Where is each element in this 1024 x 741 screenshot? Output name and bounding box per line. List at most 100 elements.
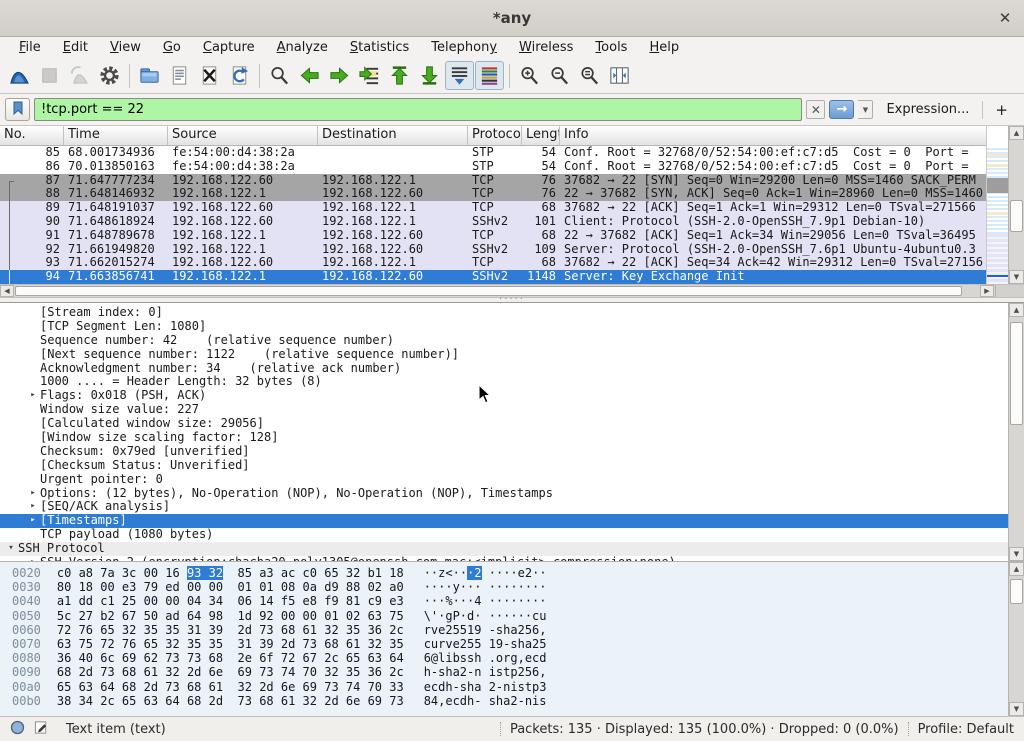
ascii-bytes[interactable]: ····y··· ········ [424,580,547,594]
ascii-bytes[interactable]: ···%···4 ········ [424,594,547,608]
menu-capture[interactable]: Capture [192,39,266,56]
ascii-bytes[interactable]: 84,ecdh- sha2-nis [424,694,547,708]
profile-status[interactable]: Profile: Default [918,722,1014,737]
close-window-button[interactable]: ✕ [995,8,1015,28]
go-back-button[interactable] [295,61,324,90]
menu-statistics[interactable]: Statistics [339,39,420,56]
open-file-button[interactable] [135,61,164,90]
hex-row-0080[interactable]: 008036 40 6c 69 62 73 73 68 2e 6f 72 67 … [12,651,1008,665]
hex-row-0050[interactable]: 00505c 27 b2 67 50 ad 64 98 1d 92 00 00 … [12,609,1008,623]
menu-help[interactable]: Help [638,39,690,56]
column-header-no[interactable]: No. [0,126,64,145]
ascii-bytes[interactable]: curve255 19-sha25 [424,637,547,651]
hscroll-thumb[interactable] [15,286,962,296]
ascii-bytes[interactable]: h-sha2-n istp256, [424,665,547,679]
ascii-bytes[interactable]: ··z<···2 ····e2·· [424,566,547,580]
column-header-src[interactable]: Source [168,126,318,145]
hex-bytes[interactable]: 80 18 00 e3 79 ed 00 00 01 01 08 0a d9 8… [57,580,404,594]
hex-bytes[interactable]: 38 34 2c 65 63 64 68 2d 73 68 61 32 2d 6… [57,694,404,708]
scroll-up-arrow-icon[interactable]: ▲ [1009,562,1024,576]
packet-list-vscrollbar[interactable]: ▲ ▼ [1008,126,1024,284]
ascii-bytes[interactable]: rve25519 -sha256, [424,623,547,637]
column-header-dst[interactable]: Destination [318,126,468,145]
menu-analyze[interactable]: Analyze [266,39,339,56]
hex-bytes[interactable]: 68 2d 73 68 61 32 2d 6e 69 73 74 70 32 3… [57,665,404,679]
scroll-track[interactable] [1009,576,1024,702]
expander-expanded-icon[interactable]: ▾ [4,542,18,556]
go-first-button[interactable] [385,61,414,90]
detail-field[interactable]: [Window size scaling factor: 128] [0,431,1008,445]
hex-row-0070[interactable]: 007063 75 72 76 65 32 35 35 31 39 2d 73 … [12,637,1008,651]
hex-bytes[interactable]: a1 dd c1 25 00 00 04 34 06 14 f5 e8 f9 8… [57,594,404,608]
selected-ascii[interactable]: ·2 [467,566,481,580]
menu-telephony[interactable]: Telephony [420,39,508,56]
expander-collapsed-icon[interactable]: ▸ [26,500,40,514]
scroll-thumb[interactable] [1010,200,1023,233]
detail-field[interactable]: [Calculated window size: 29056] [0,417,1008,431]
scroll-thumb[interactable] [1010,579,1023,604]
scroll-down-arrow-icon[interactable]: ▼ [1009,702,1024,716]
zoom-in-button[interactable] [515,61,544,90]
hex-row-0020[interactable]: 0020c0 a8 7a 3c 00 16 93 32 85 a3 ac c0 … [12,566,1008,580]
detail-node[interactable]: ▾SSH Protocol [0,542,1008,556]
close-file-button[interactable] [195,61,224,90]
packet-row-88[interactable]: 8871.648146932192.168.122.1192.168.122.6… [0,187,986,201]
packet-row-87[interactable]: 8771.647777234192.168.122.60192.168.122.… [0,174,986,188]
start-capture-button[interactable] [5,61,34,90]
scroll-up-arrow-icon[interactable]: ▲ [1009,303,1024,317]
detail-field[interactable]: Acknowledgment number: 34 (relative ack … [0,362,1008,376]
menu-tools[interactable]: Tools [584,39,638,56]
column-header-len[interactable]: Length [522,126,560,145]
detail-field[interactable]: [Next sequence number: 1122 (relative se… [0,348,1008,362]
hex-bytes[interactable]: 65 63 64 68 2d 73 68 61 32 2d 6e 69 73 7… [57,680,404,694]
hex-row-0060[interactable]: 006072 76 65 32 35 35 31 39 2d 73 68 61 … [12,623,1008,637]
ascii-bytes[interactable]: \'·gP·d· ······cu [424,609,547,623]
expander-collapsed-icon[interactable]: ▸ [26,389,40,403]
scroll-up-arrow-icon[interactable]: ▲ [1009,126,1024,140]
hex-row-0030[interactable]: 003080 18 00 e3 79 ed 00 00 01 01 08 0a … [12,580,1008,594]
scroll-track[interactable] [1009,140,1024,270]
colorize-button[interactable] [475,61,504,90]
menu-go[interactable]: Go [152,39,192,56]
scroll-right-arrow-icon[interactable]: ▶ [980,285,994,297]
filter-bookmark-button[interactable] [5,98,30,121]
packet-row-93[interactable]: 9371.662015274192.168.122.60192.168.122.… [0,256,986,270]
hex-row-00b0[interactable]: 00b038 34 2c 65 63 64 68 2d 73 68 61 32 … [12,694,1008,708]
bytes-vscrollbar[interactable]: ▲ ▼ [1008,562,1024,716]
save-file-button[interactable] [165,61,194,90]
expander-collapsed-icon[interactable]: ▸ [26,514,40,528]
detail-field[interactable]: [Stream index: 0] [0,306,1008,320]
detail-field[interactable]: Window size value: 227 [0,403,1008,417]
detail-field[interactable]: Sequence number: 42 (relative sequence n… [0,334,1008,348]
scroll-track[interactable] [1009,317,1024,547]
menu-edit[interactable]: Edit [52,39,99,56]
go-forward-button[interactable] [325,61,354,90]
hex-bytes[interactable]: 36 40 6c 69 62 73 73 68 2e 6f 72 67 2c 6… [57,651,404,665]
detail-field[interactable]: [TCP Segment Len: 1080] [0,320,1008,334]
packet-row-86[interactable]: 8670.013850163fe:54:00:d4:38:2aSTP54Conf… [0,160,986,174]
detail-node[interactable]: ▸[SEQ/ACK analysis] [0,500,1008,514]
packet-row-92[interactable]: 9271.661949820192.168.122.1192.168.122.6… [0,243,986,257]
hex-row-0040[interactable]: 0040a1 dd c1 25 00 00 04 34 06 14 f5 e8 … [12,594,1008,608]
detail-node[interactable]: ▸[Timestamps] [0,514,1008,528]
packet-row-90[interactable]: 9071.648618924192.168.122.60192.168.122.… [0,215,986,229]
details-vscrollbar[interactable]: ▲ ▼ [1008,303,1024,561]
packet-row-91[interactable]: 9171.648789678192.168.122.1192.168.122.6… [0,229,986,243]
hex-row-0090[interactable]: 009068 2d 73 68 61 32 2d 6e 69 73 74 70 … [12,665,1008,679]
auto-scroll-button[interactable] [445,61,474,90]
expert-info-icon[interactable] [10,720,25,739]
menu-wireless[interactable]: Wireless [508,39,584,56]
expression-button[interactable]: Expression... [877,102,978,117]
column-header-time[interactable]: Time [64,126,168,145]
detail-field[interactable]: 1000 .... = Header Length: 32 bytes (8) [0,375,1008,389]
detail-field[interactable]: TCP payload (1080 bytes) [0,528,1008,542]
intelligent-scrollbar-minimap[interactable] [986,126,1008,284]
menu-file[interactable]: File [8,39,52,56]
hex-bytes[interactable]: 5c 27 b2 67 50 ad 64 98 1d 92 00 00 01 0… [57,609,404,623]
detail-field[interactable]: Checksum: 0x79ed [unverified] [0,445,1008,459]
hex-bytes[interactable]: c0 a8 7a 3c 00 16 93 32 85 a3 ac c0 65 3… [57,566,404,580]
expander-collapsed-icon[interactable]: ▸ [26,487,40,501]
scroll-thumb[interactable] [1010,322,1023,426]
menu-view[interactable]: View [99,39,152,56]
filter-dropdown-caret[interactable]: ▼ [858,100,873,119]
